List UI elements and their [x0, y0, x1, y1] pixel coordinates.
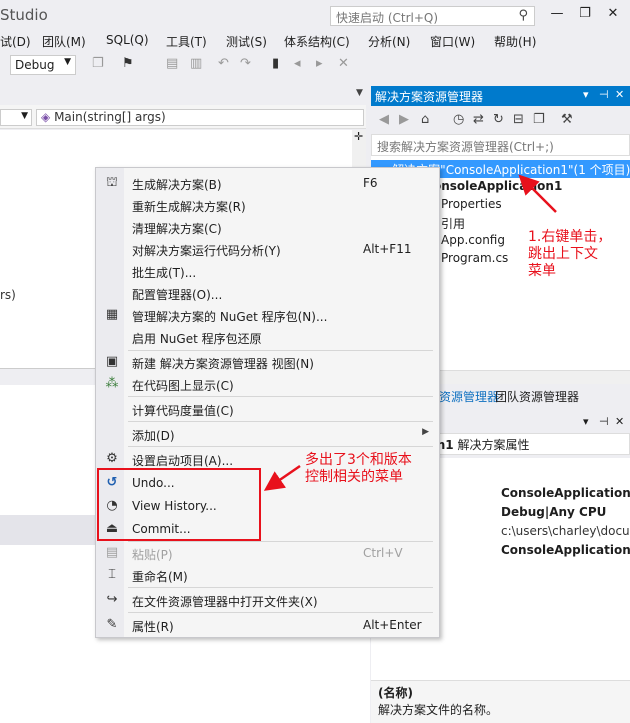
- annotation-line: 跳出上下文: [528, 246, 598, 262]
- annotation-line: 1.右键单击，: [528, 229, 612, 245]
- annotation-line: 控制相关的菜单: [305, 469, 403, 485]
- arrow-to-solution: [518, 174, 557, 213]
- annotation-line: 菜单: [528, 263, 556, 279]
- annotation-extra-items: 多出了3个和版本 控制相关的菜单: [305, 452, 412, 486]
- arrow-to-new-items: [263, 464, 301, 491]
- annotation-right-click: 1.右键单击， 跳出上下文 菜单: [528, 229, 611, 280]
- annotation-line: 多出了3个和版本: [305, 452, 412, 468]
- annotation-arrows: [263, 174, 557, 491]
